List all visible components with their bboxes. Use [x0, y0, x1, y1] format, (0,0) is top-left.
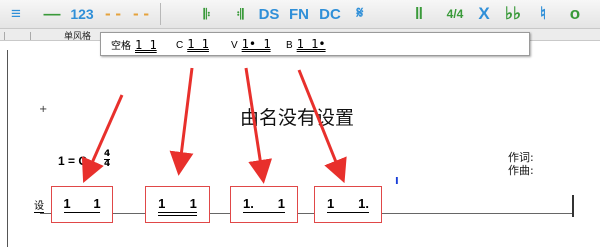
natural-icon[interactable]: ♮	[534, 2, 552, 26]
underline	[327, 212, 369, 213]
note-row: 1. 1	[231, 196, 297, 211]
composer-label[interactable]: 作曲:	[508, 162, 534, 178]
note[interactable]: 1	[278, 196, 285, 211]
double-dash-icon[interactable]: - -	[130, 2, 152, 26]
x-button[interactable]: X	[474, 2, 494, 26]
option-label: V	[231, 40, 238, 51]
option-c[interactable]: C 1 1	[176, 37, 209, 51]
note[interactable]: 1.	[358, 196, 369, 211]
repeat-start-icon[interactable]: 𝄆	[199, 2, 215, 26]
flat-icon[interactable]: ♭♭	[500, 2, 526, 26]
double-bar-icon[interactable]: ‖	[412, 2, 426, 26]
toolbar-separator	[160, 3, 161, 25]
example-box-1: 1 1	[51, 186, 113, 223]
example-box-3: 1. 1	[230, 186, 298, 223]
option-label: C	[176, 40, 184, 51]
single-line-icon[interactable]: —	[42, 2, 62, 26]
numbering-button[interactable]: 123	[68, 2, 96, 26]
note[interactable]: 1	[63, 196, 70, 211]
option-v[interactable]: V 1• 1	[231, 37, 271, 51]
example-box-2: 1 1	[145, 186, 210, 223]
multi-line-icon[interactable]: ≡	[6, 2, 26, 26]
time-signature[interactable]: 4 4	[104, 149, 111, 169]
dash-line-icon[interactable]: - -	[102, 2, 124, 26]
note-row: 1 1	[146, 196, 209, 211]
option-example: 1 1•	[296, 37, 326, 51]
ruler-tick	[4, 32, 5, 40]
time-top: 4	[104, 149, 111, 159]
plus-marker: +	[39, 104, 48, 115]
time-bottom: 4	[104, 159, 111, 169]
option-space[interactable]: 空格 1 1	[111, 37, 157, 52]
example-box-4: 1 1.	[314, 186, 382, 223]
note-row: 1 1	[52, 196, 112, 211]
option-example: 1• 1	[241, 37, 271, 51]
time-signature-icon[interactable]: 4/4	[444, 2, 466, 26]
option-example: 1 1	[187, 37, 209, 51]
underline	[64, 212, 100, 213]
underline	[243, 212, 285, 213]
ruler-tick	[30, 32, 31, 40]
ds-button[interactable]: DS	[258, 2, 280, 26]
staff-label: 设	[34, 197, 44, 213]
note[interactable]: 1.	[243, 196, 254, 211]
option-b[interactable]: B 1 1•	[286, 37, 326, 51]
note-row: 1 1.	[315, 196, 381, 211]
circle-icon[interactable]: o	[566, 2, 584, 26]
option-example: 1 1	[135, 38, 157, 52]
underline	[158, 215, 197, 216]
end-bar-line	[572, 195, 574, 217]
segno-icon[interactable]: 𝄋	[348, 2, 372, 26]
underline	[158, 212, 197, 213]
note[interactable]: 1	[327, 196, 334, 211]
option-label: 空格	[111, 41, 131, 52]
dc-button[interactable]: DC	[318, 2, 342, 26]
option-label: B	[286, 40, 293, 51]
toolbar: ≡ — 123 - - - - 𝄆 𝄇 DS FN DC 𝄋 ‖ 4/4 X ♭…	[0, 0, 600, 29]
staff-line	[40, 213, 572, 214]
note[interactable]: 1	[93, 196, 100, 211]
repeat-end-icon[interactable]: 𝄇	[232, 2, 248, 26]
fn-button[interactable]: FN	[288, 2, 310, 26]
underline-style-popup: 空格 1 1 C 1 1 V 1• 1 B 1 1•	[100, 32, 530, 56]
text-cursor: I	[395, 176, 399, 187]
note[interactable]: 1	[190, 196, 197, 211]
song-title[interactable]: 由名没有设置	[240, 103, 354, 130]
note[interactable]: 1	[158, 196, 165, 211]
key-signature[interactable]: 1 = C	[58, 154, 87, 168]
left-margin-rule	[7, 50, 8, 247]
